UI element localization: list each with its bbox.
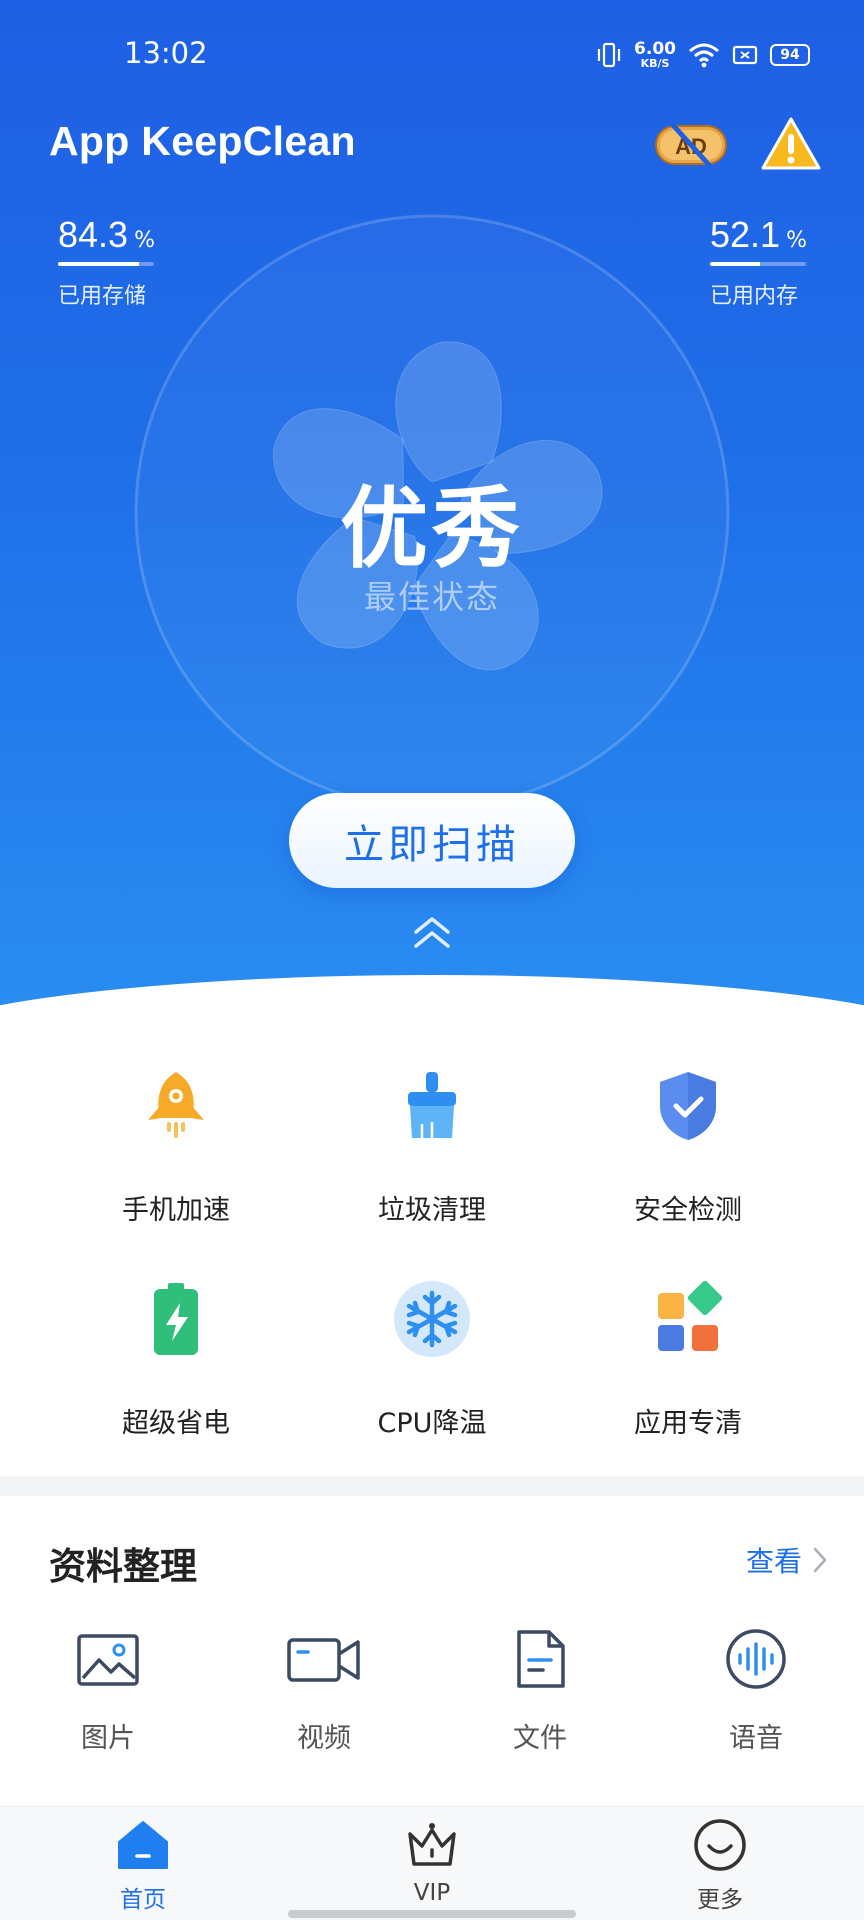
wifi-icon <box>689 43 719 68</box>
file-category-label: 文件 <box>513 1723 567 1754</box>
file-category-documents[interactable]: 文件 <box>460 1628 620 1755</box>
nav-label: VIP <box>413 1880 451 1906</box>
app-screen: 13:02 6.00 KB/S 94 App KeepClean AD <box>0 0 864 1920</box>
nav-more[interactable]: 更多 <box>660 1818 780 1914</box>
view-all-link[interactable]: 查看 <box>746 1540 828 1580</box>
net-speed-value: 6.00 <box>634 39 676 59</box>
feature-junk-clean[interactable]: 垃圾清理 <box>332 1066 532 1227</box>
file-category-audio[interactable]: 语音 <box>676 1628 836 1755</box>
feature-label: 手机加速 <box>122 1195 230 1226</box>
feature-phone-boost[interactable]: 手机加速 <box>76 1066 276 1227</box>
chevron-right-icon <box>813 1547 827 1573</box>
feature-power-saving[interactable]: 超级省电 <box>76 1279 276 1440</box>
warning-icon[interactable] <box>760 116 822 172</box>
image-icon <box>77 1634 139 1686</box>
chevron-up-icon[interactable] <box>410 915 454 951</box>
file-category-label: 图片 <box>81 1723 135 1754</box>
sim-off-icon <box>732 45 758 65</box>
status-time: 13:02 <box>124 36 208 70</box>
view-all-label: 查看 <box>745 1545 802 1578</box>
net-speed-unit: KB/S <box>640 57 670 70</box>
file-category-images[interactable]: 图片 <box>28 1628 188 1755</box>
file-category-label: 视频 <box>297 1723 351 1754</box>
feature-label: 应用专清 <box>634 1408 742 1439</box>
memory-unit: % <box>786 228 807 253</box>
apps-grid-icon <box>658 1280 723 1351</box>
file-category-videos[interactable]: 视频 <box>244 1628 404 1755</box>
health-subtitle: 最佳状态 <box>363 578 500 616</box>
battery-indicator: 94 <box>770 44 810 66</box>
video-icon <box>287 1638 360 1682</box>
feature-label: 垃圾清理 <box>378 1195 486 1226</box>
home-icon <box>118 1821 168 1869</box>
feature-label: 超级省电 <box>122 1408 230 1439</box>
shield-check-icon <box>660 1072 716 1140</box>
section-divider <box>0 1476 864 1496</box>
health-grade: 优秀 <box>339 477 524 580</box>
snowflake-icon <box>394 1281 470 1357</box>
status-icons: 6.00 KB/S 94 <box>596 38 810 72</box>
storage-value: 84.3 <box>58 214 129 255</box>
nav-label: 更多 <box>697 1887 743 1913</box>
nav-label: 首页 <box>120 1887 166 1913</box>
net-speed: 6.00 KB/S <box>634 39 676 70</box>
storage-bar-fill <box>58 262 139 266</box>
audio-icon <box>726 1629 786 1689</box>
file-category-label: 语音 <box>729 1723 783 1754</box>
feature-cpu-cooling[interactable]: CPU降温 <box>332 1279 532 1440</box>
scan-button[interactable]: 立即扫描 <box>289 793 575 888</box>
feature-label: 安全检测 <box>634 1195 742 1226</box>
ad-off-icon[interactable]: AD <box>654 122 728 168</box>
document-icon <box>517 1630 565 1688</box>
app-title: App KeepClean <box>49 118 356 164</box>
feature-app-clean[interactable]: 应用专清 <box>588 1279 788 1440</box>
smiley-icon <box>694 1819 746 1871</box>
battery-bolt-icon <box>154 1283 198 1355</box>
nav-home[interactable]: 首页 <box>83 1818 203 1914</box>
feature-label: CPU降温 <box>377 1408 487 1439</box>
broom-icon <box>408 1072 456 1138</box>
home-indicator[interactable] <box>288 1910 576 1918</box>
nav-vip[interactable]: VIP <box>372 1818 492 1906</box>
files-section-title: 资料整理 <box>49 1545 197 1588</box>
vibrate-icon <box>597 42 621 68</box>
rocket-icon <box>148 1072 204 1138</box>
crown-icon <box>408 1823 456 1866</box>
feature-security-check[interactable]: 安全检测 <box>588 1066 788 1227</box>
